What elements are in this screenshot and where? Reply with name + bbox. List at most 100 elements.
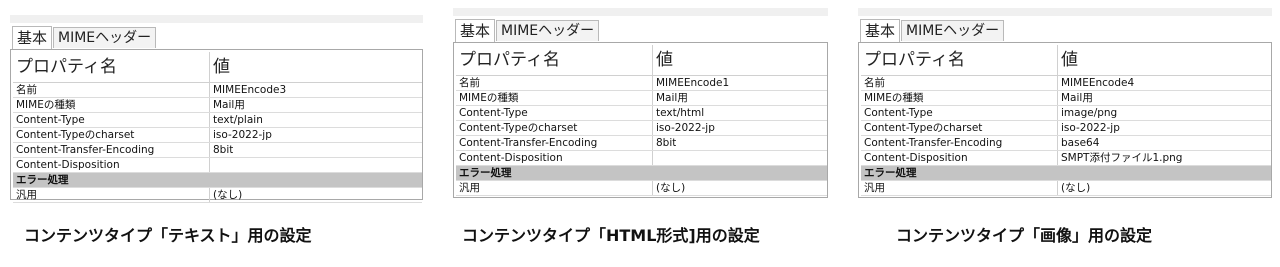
row-general[interactable]: 汎用 (なし) [456,181,827,196]
row-charset[interactable]: Content-Typeのcharset iso-2022-jp [13,128,422,143]
value-mime-type[interactable]: Mail用 [210,98,245,112]
row-name[interactable]: 名前 MIMEEncode1 [456,76,827,91]
value-disposition[interactable]: SMPT添付ファイル1.png [1058,151,1182,165]
property-grid: プロパティ名 値 名前 MIMEEncode4 MIMEの種類 Mail用 Cont… [861,45,1271,196]
header-value: 値 [656,50,673,70]
label-name: 名前 [456,76,653,90]
value-general[interactable]: (なし) [210,188,242,202]
value-general[interactable]: (なし) [1058,181,1090,195]
label-content-type: Content-Type [861,106,1058,120]
label-disposition: Content-Disposition [456,151,653,165]
section-error-handling: エラー処理 [456,166,827,181]
value-encoding[interactable]: 8bit [653,136,676,150]
top-strip [453,8,828,16]
section-label: エラー処理 [16,174,69,186]
value-encoding[interactable]: 8bit [210,143,233,157]
label-name: 名前 [861,76,1058,90]
value-name[interactable]: MIMEEncode3 [210,83,286,97]
panel-image: 基本 MIMEヘッダー プロパティ名 値 名前 MIMEEncode4 MIMEの… [858,8,1272,198]
label-general: 汎用 [456,181,653,195]
grid-header: プロパティ名 値 [456,45,827,76]
label-charset: Content-Typeのcharset [456,121,653,135]
caption-html: コンテンツタイプ「HTML形式]用の設定 [462,226,760,245]
header-value: 値 [1061,50,1078,70]
value-content-type[interactable]: text/html [653,106,704,120]
tab-basic[interactable]: 基本 [455,19,496,42]
top-strip [10,15,423,23]
row-encoding[interactable]: Content-Transfer-Encoding 8bit [456,136,827,151]
section-error-handling: エラー処理 [861,166,1271,181]
label-charset: Content-Typeのcharset [861,121,1058,135]
row-name[interactable]: 名前 MIMEEncode4 [861,76,1271,91]
label-disposition: Content-Disposition [861,151,1058,165]
tab-mime-header[interactable]: MIMEヘッダー [496,20,600,41]
section-label: エラー処理 [459,167,512,179]
tab-mime-header[interactable]: MIMEヘッダー [53,27,157,48]
value-disposition[interactable] [653,151,656,165]
value-encoding[interactable]: base64 [1058,136,1099,150]
row-disposition[interactable]: Content-Disposition [456,151,827,166]
row-encoding[interactable]: Content-Transfer-Encoding 8bit [13,143,422,158]
row-content-type[interactable]: Content-Type text/plain [13,113,422,128]
tab-bar: 基本 MIMEヘッダー [860,18,1005,42]
tab-mime-header[interactable]: MIMEヘッダー [901,20,1005,41]
value-charset[interactable]: iso-2022-jp [653,121,715,135]
value-mime-type[interactable]: Mail用 [1058,91,1093,105]
header-property: プロパティ名 [13,52,210,82]
tab-bar: 基本 MIMEヘッダー [455,18,600,42]
label-mime-type: MIMEの種類 [456,91,653,105]
value-name[interactable]: MIMEEncode1 [653,76,729,90]
label-disposition: Content-Disposition [13,158,210,172]
panel-text: 基本 MIMEヘッダー プロパティ名 値 名前 MIMEEncode3 MIMEの… [10,15,423,203]
label-mime-type: MIMEの種類 [13,98,210,112]
section-error-handling: エラー処理 [13,173,422,188]
value-general[interactable]: (なし) [653,181,685,195]
label-encoding: Content-Transfer-Encoding [861,136,1058,150]
value-charset[interactable]: iso-2022-jp [1058,121,1120,135]
label-general: 汎用 [13,188,210,202]
value-name[interactable]: MIMEEncode4 [1058,76,1134,90]
property-grid-frame: プロパティ名 値 名前 MIMEEncode1 MIMEの種類 Mail用 Cont… [453,42,828,198]
property-grid: プロパティ名 値 名前 MIMEEncode3 MIMEの種類 Mail用 Cont… [13,52,422,203]
caption-image: コンテンツタイプ「画像」用の設定 [896,226,1153,245]
row-content-type[interactable]: Content-Type image/png [861,106,1271,121]
value-disposition[interactable] [210,158,213,172]
value-charset[interactable]: iso-2022-jp [210,128,272,142]
row-content-type[interactable]: Content-Type text/html [456,106,827,121]
row-general[interactable]: 汎用 (なし) [13,188,422,203]
row-mime-type[interactable]: MIMEの種類 Mail用 [861,91,1271,106]
header-property: プロパティ名 [861,45,1058,75]
row-general[interactable]: 汎用 (なし) [861,181,1271,196]
header-value: 値 [213,57,230,77]
row-charset[interactable]: Content-Typeのcharset iso-2022-jp [456,121,827,136]
tab-bar: 基本 MIMEヘッダー [12,25,157,49]
label-general: 汎用 [861,181,1058,195]
label-mime-type: MIMEの種類 [861,91,1058,105]
row-name[interactable]: 名前 MIMEEncode3 [13,83,422,98]
property-grid-frame: プロパティ名 値 名前 MIMEEncode4 MIMEの種類 Mail用 Cont… [858,42,1272,198]
row-disposition[interactable]: Content-Disposition [13,158,422,173]
label-encoding: Content-Transfer-Encoding [13,143,210,157]
row-charset[interactable]: Content-Typeのcharset iso-2022-jp [861,121,1271,136]
caption-text: コンテンツタイプ「テキスト」用の設定 [24,226,312,245]
top-strip [858,8,1272,16]
tab-basic[interactable]: 基本 [860,19,901,42]
label-name: 名前 [13,83,210,97]
label-content-type: Content-Type [456,106,653,120]
section-label: エラー処理 [864,167,917,179]
row-mime-type[interactable]: MIMEの種類 Mail用 [13,98,422,113]
row-mime-type[interactable]: MIMEの種類 Mail用 [456,91,827,106]
panel-html: 基本 MIMEヘッダー プロパティ名 値 名前 MIMEEncode1 MIMEの… [453,8,828,198]
property-grid: プロパティ名 値 名前 MIMEEncode1 MIMEの種類 Mail用 Cont… [456,45,827,196]
value-content-type[interactable]: image/png [1058,106,1117,120]
row-disposition[interactable]: Content-Disposition SMPT添付ファイル1.png [861,151,1271,166]
row-encoding[interactable]: Content-Transfer-Encoding base64 [861,136,1271,151]
property-grid-frame: プロパティ名 値 名前 MIMEEncode3 MIMEの種類 Mail用 Cont… [10,49,423,203]
value-content-type[interactable]: text/plain [210,113,263,127]
grid-header: プロパティ名 値 [861,45,1271,76]
value-mime-type[interactable]: Mail用 [653,91,688,105]
header-property: プロパティ名 [456,45,653,75]
label-content-type: Content-Type [13,113,210,127]
tab-basic[interactable]: 基本 [12,26,53,49]
label-encoding: Content-Transfer-Encoding [456,136,653,150]
